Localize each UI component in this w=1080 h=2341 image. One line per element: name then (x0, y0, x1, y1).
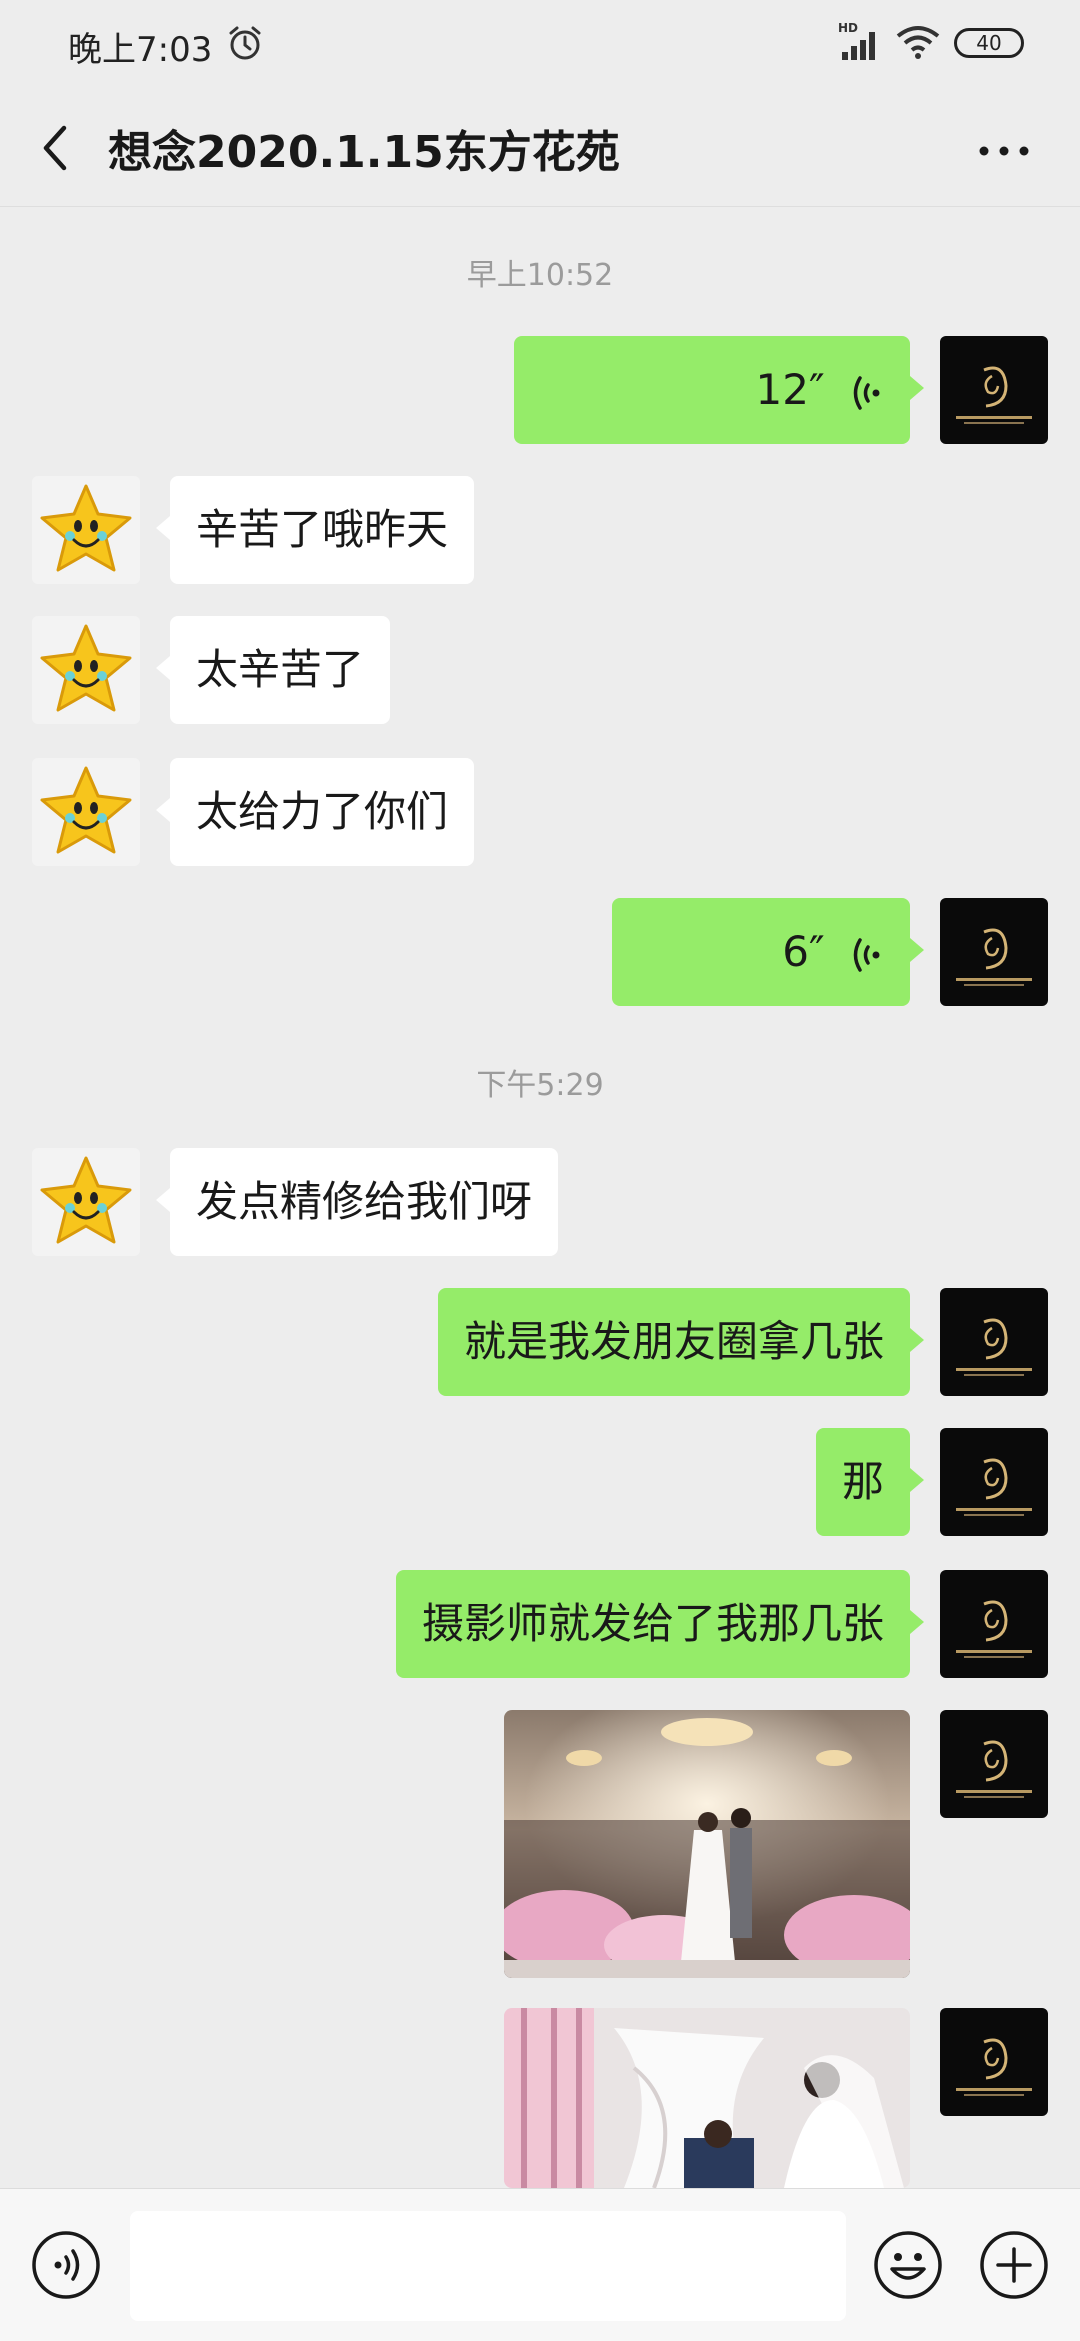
voice-mode-icon[interactable] (30, 2229, 102, 2301)
emoji-icon[interactable] (872, 2229, 944, 2301)
voice-wave-icon (853, 937, 880, 972)
plus-icon[interactable] (978, 2229, 1050, 2301)
status-time: 晚上7:03 (68, 30, 213, 70)
status-bar: 晚上7:03 HD 40 (0, 0, 1080, 90)
voice-wave-icon (853, 375, 880, 410)
input-bar (0, 2188, 1080, 2341)
image-message[interactable] (504, 2008, 910, 2188)
contact-avatar[interactable] (32, 616, 140, 724)
network-label: HD (838, 21, 858, 35)
contact-avatar[interactable] (32, 758, 140, 866)
voice-message-bubble[interactable]: 6″ (612, 898, 924, 1006)
voice-message-bubble[interactable]: 12″ (514, 336, 924, 444)
signal-icon: HD (838, 21, 875, 60)
message-bubble[interactable]: 辛苦了哦昨天 (155, 476, 475, 584)
chat-header: 想念2020.1.15东方花苑 (0, 90, 1080, 207)
contact-avatar[interactable] (32, 476, 140, 584)
timestamp: 早上10:52 (466, 258, 614, 293)
self-avatar[interactable] (940, 898, 1048, 1006)
self-avatar[interactable] (940, 2008, 1048, 2116)
battery-level: 40 (976, 31, 1002, 55)
contact-avatar[interactable] (32, 1148, 140, 1256)
self-avatar[interactable] (940, 1288, 1048, 1396)
back-arrow-icon[interactable] (32, 116, 76, 180)
message-bubble[interactable]: 发点精修给我们呀 (155, 1148, 559, 1256)
message-bubble[interactable]: 摄影师就发给了我那几张 (395, 1570, 925, 1678)
voice-duration: 12″ (755, 365, 825, 414)
self-avatar[interactable] (940, 1428, 1048, 1536)
self-avatar[interactable] (940, 336, 1048, 444)
message-bubble[interactable]: 就是我发朋友圈拿几张 (437, 1288, 925, 1396)
chat-title: 想念2020.1.15东方花苑 (108, 127, 620, 178)
message-bubble[interactable]: 那 (815, 1428, 925, 1536)
voice-duration: 6″ (782, 927, 825, 976)
wifi-icon (896, 26, 940, 59)
message-bubble[interactable]: 太辛苦了 (155, 616, 391, 724)
alarm-icon (229, 26, 261, 60)
self-avatar[interactable] (940, 1710, 1048, 1818)
timestamp: 下午5:29 (476, 1068, 604, 1103)
battery-icon: 40 (954, 28, 1024, 58)
self-avatar[interactable] (940, 1570, 1048, 1678)
message-bubble[interactable]: 太给力了你们 (155, 758, 475, 866)
image-message[interactable] (504, 1710, 910, 1978)
more-icon[interactable] (968, 118, 1048, 178)
message-input[interactable] (130, 2211, 846, 2321)
